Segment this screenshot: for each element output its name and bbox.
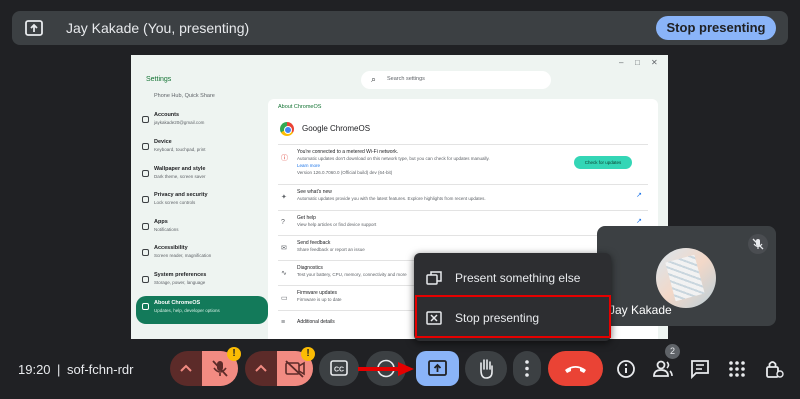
nav-item-apps: Apps Notifications	[136, 218, 268, 242]
present-something-else-icon	[426, 271, 442, 285]
end-call-button[interactable]	[548, 351, 603, 386]
external-link-icon: ↗	[636, 192, 642, 199]
list-icon: ≡	[281, 319, 286, 326]
product-name: Google ChromeOS	[302, 124, 371, 133]
camera-options-button[interactable]	[245, 351, 277, 386]
nav-item-phone-hub: Phone Hub, Quick Share	[154, 93, 215, 99]
feedback-icon: ✉	[281, 245, 287, 252]
info-icon[interactable]	[614, 357, 638, 381]
minimize-icon: –	[619, 58, 624, 67]
panel-heading: About ChromeOS	[278, 104, 322, 110]
mic-off-icon	[748, 234, 768, 254]
palette-icon	[142, 170, 149, 177]
account-icon	[142, 116, 149, 123]
nav-item-system-preferences: System preferences Storage, power, langu…	[136, 271, 268, 295]
presenting-banner: Jay Kakade (You, presenting) Stop presen…	[12, 11, 788, 45]
nav-item-accessibility: Accessibility Screen reader, magnificati…	[136, 244, 268, 268]
hand-icon	[480, 359, 493, 379]
nav-item-privacy: Privacy and security Lock screen control…	[136, 191, 268, 215]
firmware-icon: ▭	[281, 295, 288, 302]
self-name: Jay Kakade	[609, 303, 672, 317]
captions-icon: CC	[330, 360, 348, 376]
presenter-title: Jay Kakade (You, presenting)	[66, 20, 250, 36]
search-icon: ⌕	[371, 74, 377, 84]
stop-presenting-button[interactable]: Stop presenting	[656, 16, 776, 40]
annotation-arrow-icon	[358, 362, 414, 376]
nav-item-about-chromeos: About ChromeOS Updates, help, developer …	[136, 296, 268, 324]
sparkle-icon: ✦	[281, 194, 287, 201]
diagnostics-icon: ∿	[281, 270, 287, 277]
settings-search: ⌕ Search settings	[361, 71, 551, 89]
annotation-highlight-box	[415, 295, 611, 338]
svg-text:CC: CC	[334, 367, 344, 374]
chat-icon[interactable]	[688, 357, 712, 381]
chromeos-icon	[142, 303, 149, 310]
host-controls-lock-icon[interactable]	[762, 357, 786, 381]
activities-grid-icon[interactable]	[725, 357, 749, 381]
people-count-badge: 2	[665, 344, 680, 359]
phone-hangup-icon	[565, 366, 586, 373]
accessibility-icon	[142, 249, 149, 256]
shield-icon	[142, 196, 149, 203]
captions-button[interactable]: CC	[319, 351, 359, 386]
settings-row: ? Get help View help articles or find de…	[278, 210, 648, 235]
globe-icon	[142, 276, 149, 283]
maximize-icon: □	[635, 58, 640, 67]
more-options-button[interactable]	[513, 351, 541, 386]
chevron-up-icon	[255, 364, 267, 372]
settings-title: Settings	[146, 76, 172, 83]
laptop-icon	[142, 143, 149, 150]
nav-item-accounts: Accounts jaykakade20@gmail.com	[136, 111, 268, 135]
close-icon: ✕	[651, 58, 658, 67]
apps-icon	[142, 223, 149, 230]
present-button[interactable]	[416, 351, 459, 386]
chevron-up-icon	[180, 364, 192, 372]
nav-item-device: Device Keyboard, touchpad, print	[136, 138, 268, 162]
present-something-else-item[interactable]: Present something else	[414, 258, 611, 298]
present-screen-icon	[25, 20, 43, 36]
avatar	[656, 248, 716, 308]
people-icon[interactable]	[651, 357, 675, 381]
separator: |	[57, 362, 61, 377]
settings-row: ✦ See what's new Automatic updates provi…	[278, 184, 648, 210]
help-icon: ?	[281, 219, 285, 226]
present-screen-icon	[428, 360, 447, 376]
self-view-tile[interactable]: Jay Kakade	[597, 226, 776, 326]
check-updates-button: Check for updates	[574, 156, 632, 169]
external-link-icon: ↗	[636, 218, 642, 225]
camera-warning-badge: !	[301, 347, 315, 361]
meeting-code: sof-fchn-rdr	[67, 362, 134, 377]
chrome-logo-icon	[280, 122, 294, 136]
nav-item-wallpaper: Wallpaper and style Dark theme, screen s…	[136, 165, 268, 189]
raise-hand-button[interactable]	[465, 351, 507, 386]
mic-warning-badge: !	[227, 347, 241, 361]
warning-icon: ⓘ	[281, 155, 288, 162]
meeting-time: 19:20	[18, 362, 51, 377]
more-vert-icon	[525, 360, 529, 377]
mic-options-button[interactable]	[170, 351, 202, 386]
